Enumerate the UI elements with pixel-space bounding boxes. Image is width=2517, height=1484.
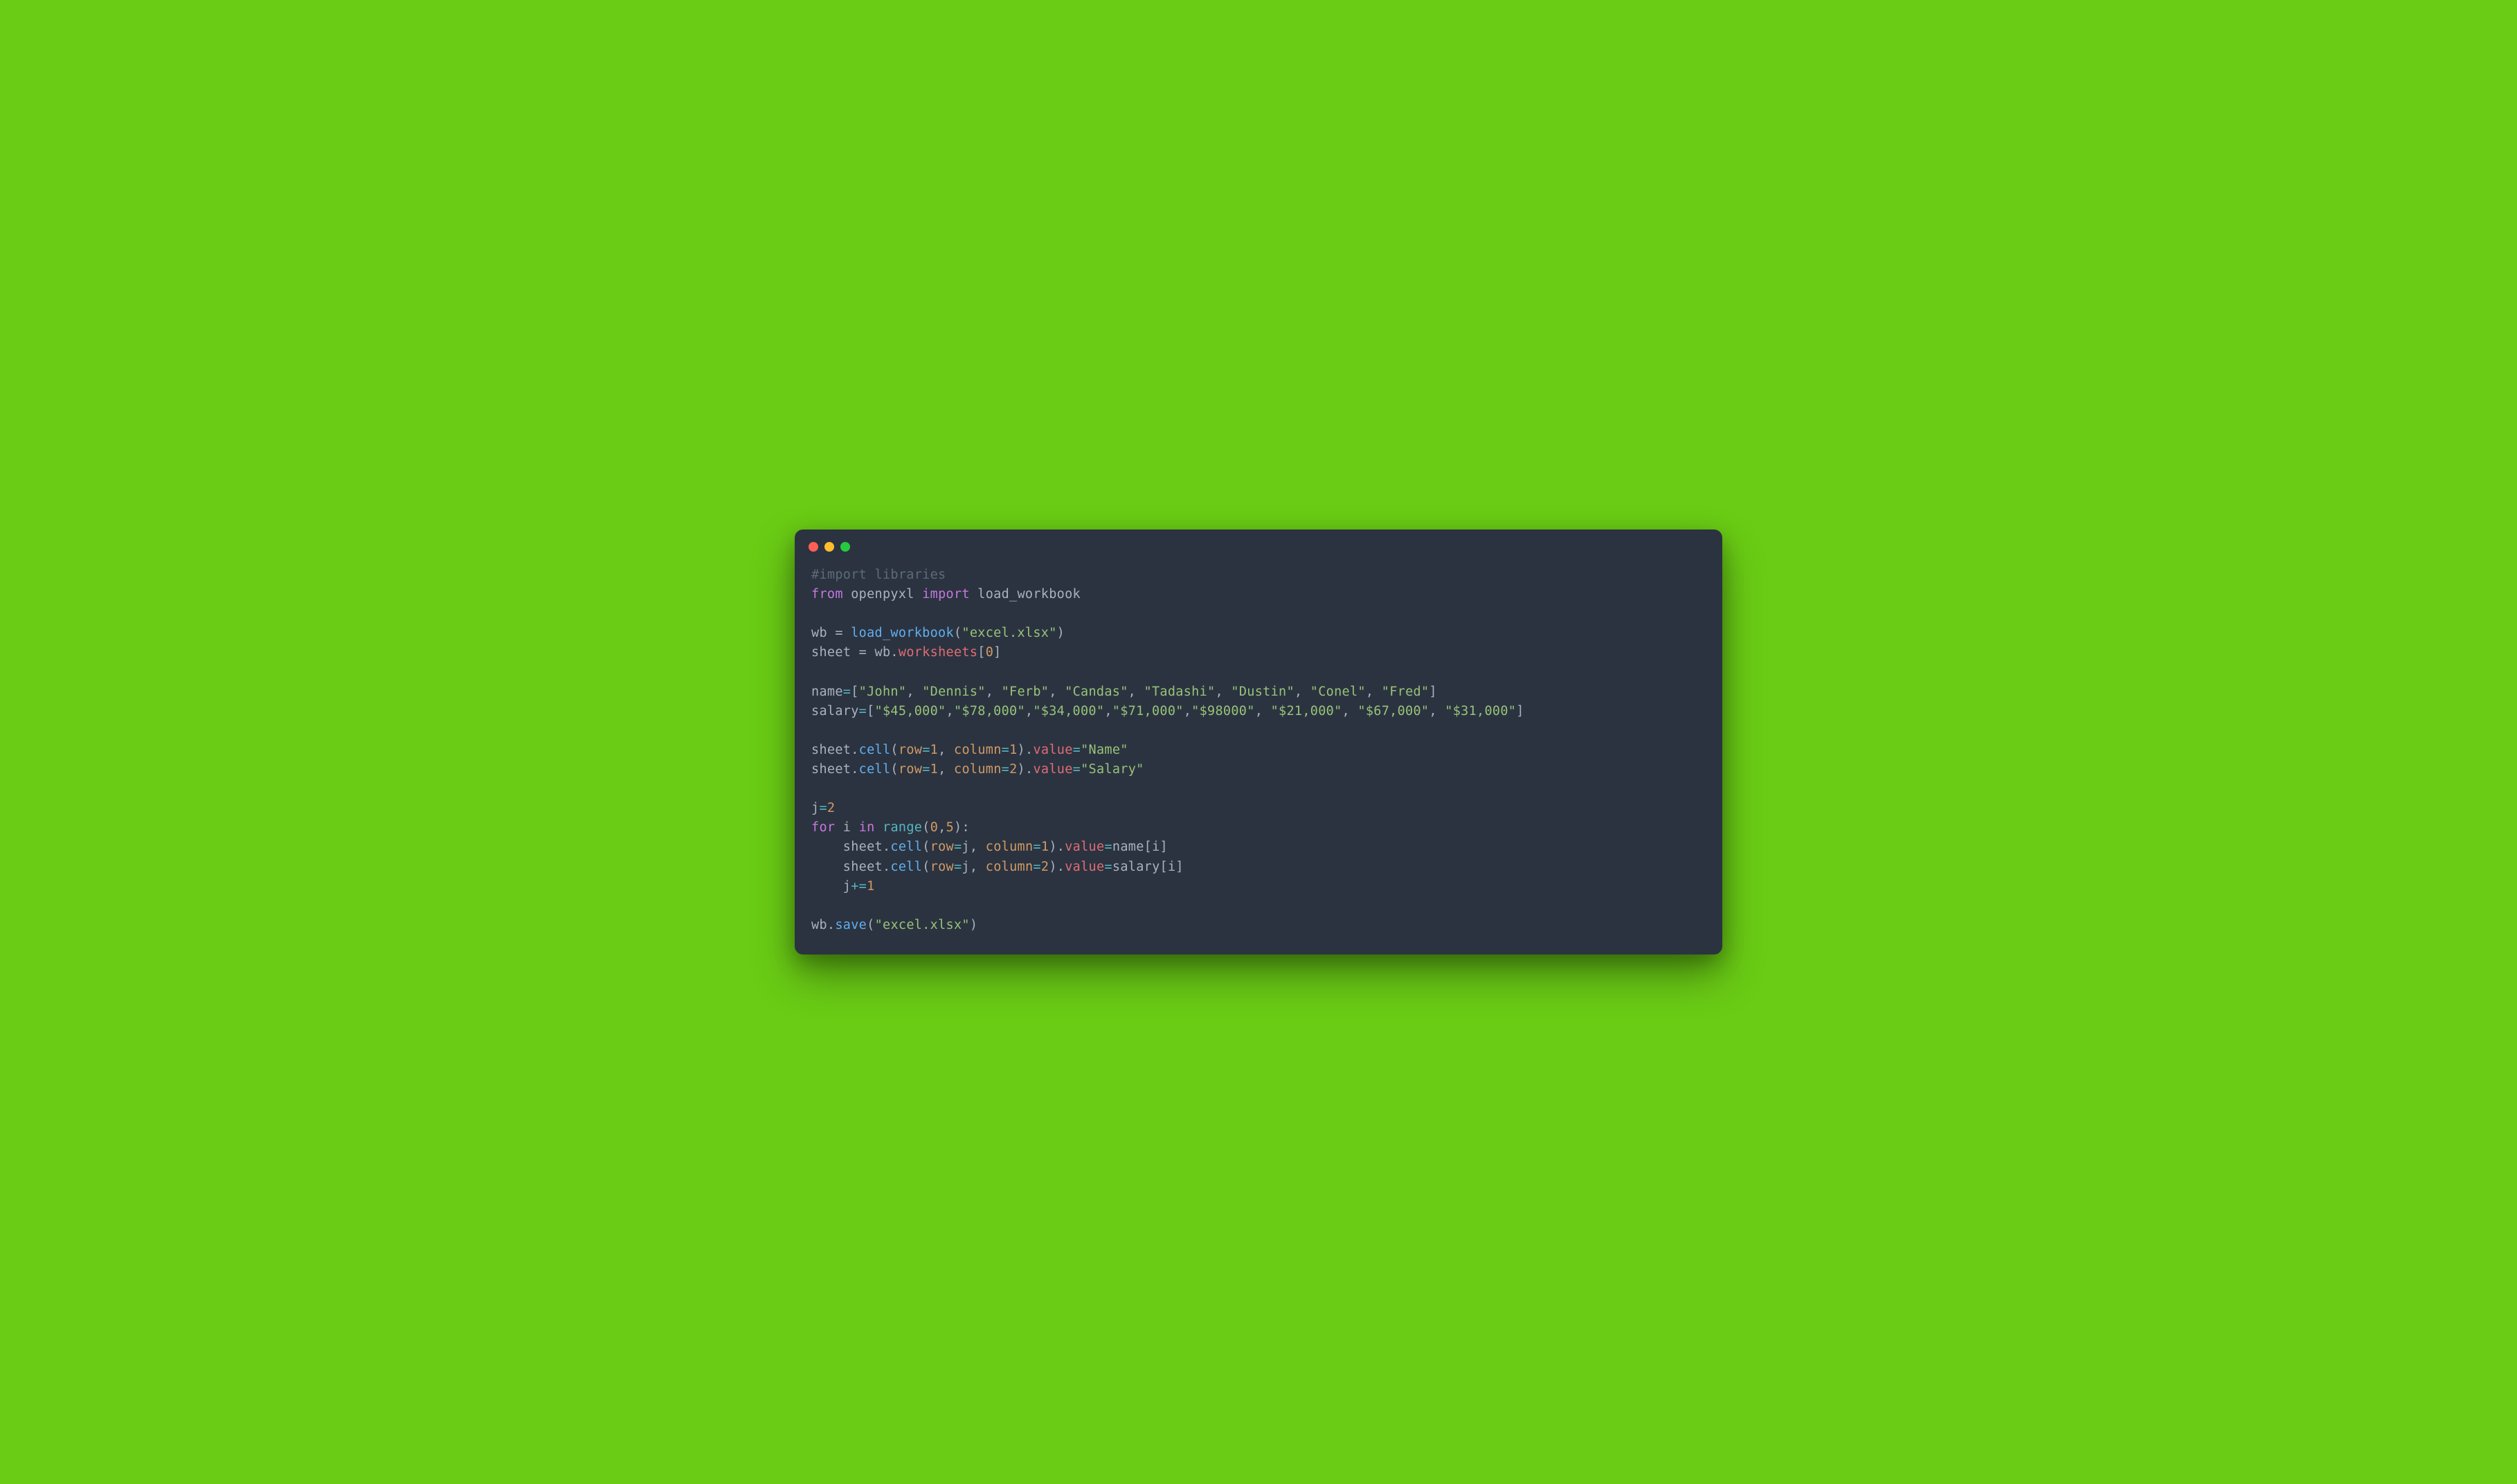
- zoom-icon[interactable]: [840, 542, 850, 552]
- window-titlebar: [795, 530, 1722, 556]
- close-icon[interactable]: [809, 542, 818, 552]
- code-content: #import libraries from openpyxl import l…: [795, 556, 1722, 954]
- index-literal: 0: [986, 645, 993, 660]
- attr-worksheets: worksheets: [899, 645, 977, 660]
- var-sheet: sheet: [811, 645, 851, 660]
- string-literal: "excel.xlsx": [962, 626, 1056, 640]
- method-save: save: [835, 918, 867, 932]
- var-name: name: [811, 685, 843, 699]
- keyword-for: for: [811, 820, 835, 835]
- keyword-from: from: [811, 587, 843, 601]
- import-target: load_workbook: [977, 587, 1081, 601]
- keyword-import: import: [922, 587, 970, 601]
- code-comment: #import libraries: [811, 568, 946, 582]
- module-name: openpyxl: [851, 587, 914, 601]
- code-editor-window: #import libraries from openpyxl import l…: [795, 530, 1722, 954]
- builtin-range: range: [883, 820, 922, 835]
- minimize-icon[interactable]: [824, 542, 834, 552]
- func-call: load_workbook: [851, 626, 954, 640]
- assign-op: =: [827, 626, 851, 640]
- method-cell: cell: [859, 743, 891, 757]
- var-wb: wb: [811, 626, 827, 640]
- var-salary: salary: [811, 704, 859, 718]
